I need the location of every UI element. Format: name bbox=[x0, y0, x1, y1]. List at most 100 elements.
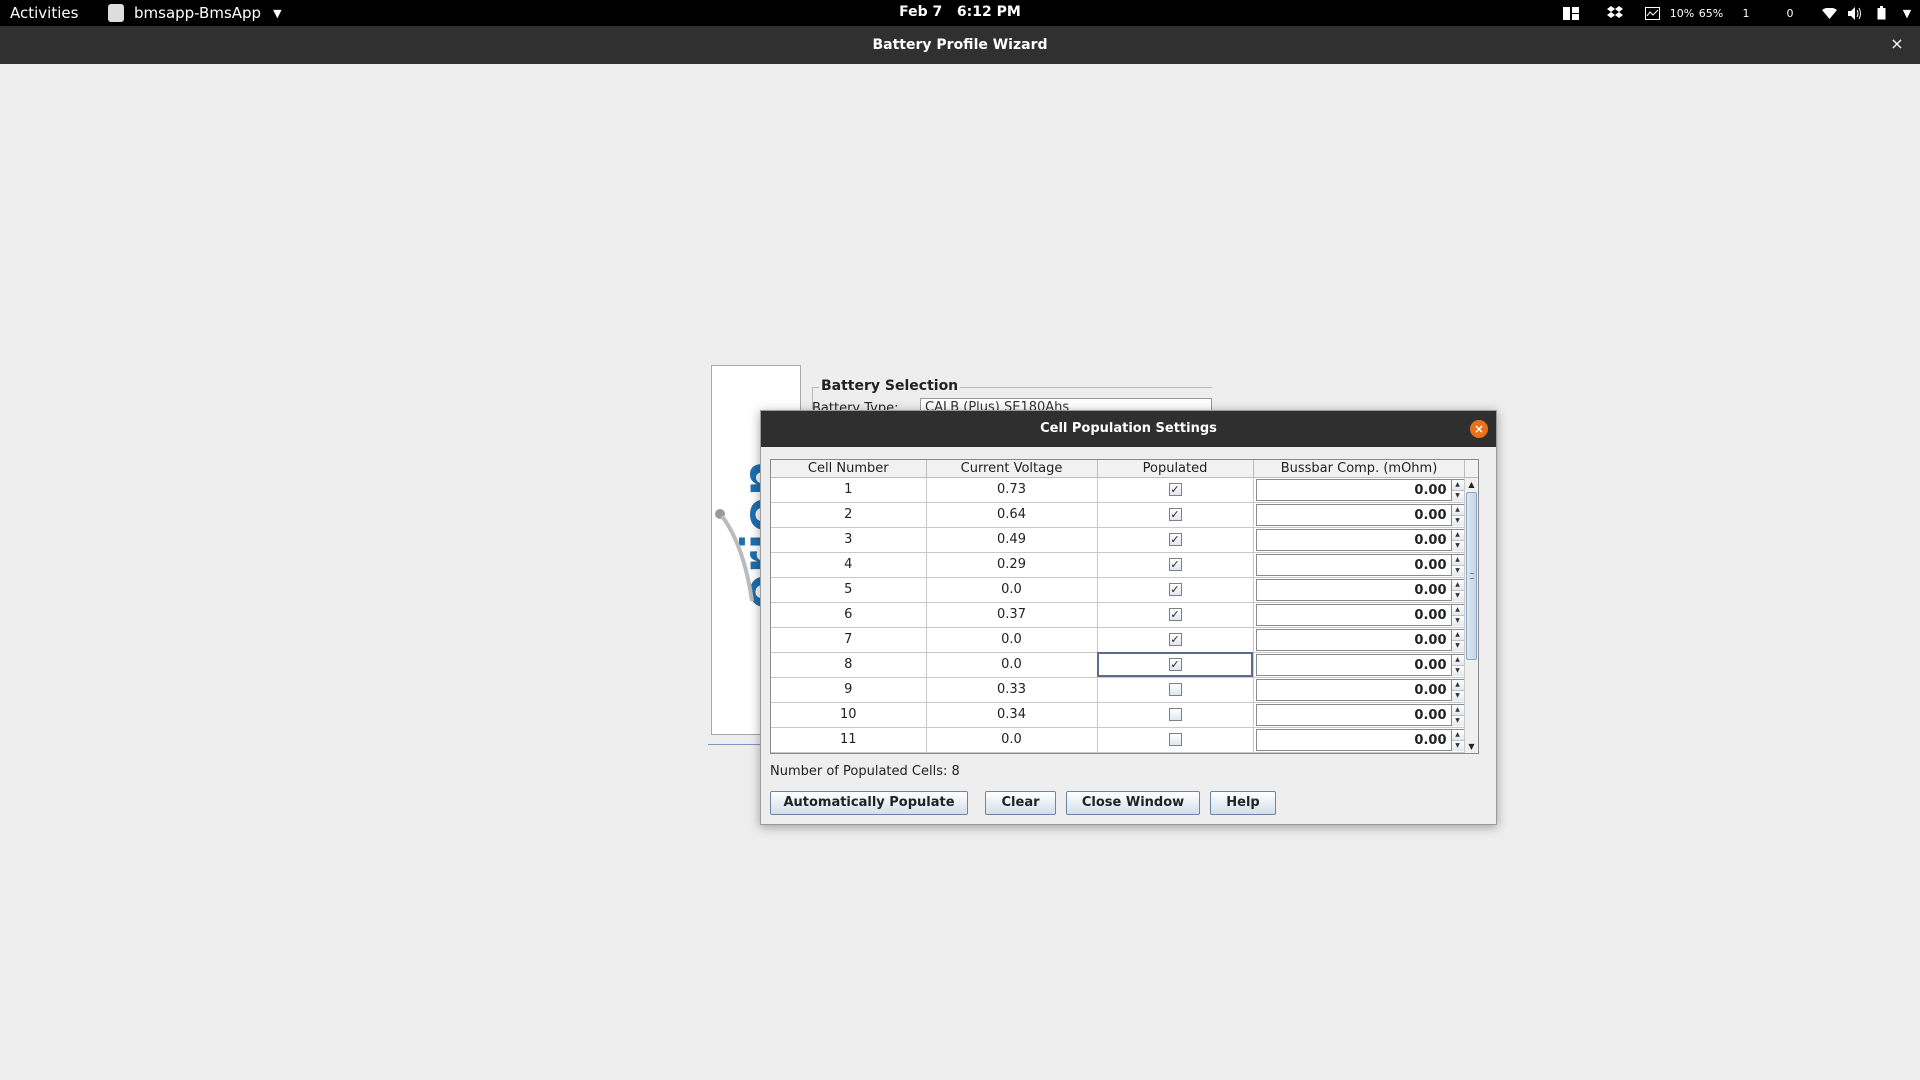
table-row[interactable]: 7 0.0 ✓ 0.00 ▲ ▼ bbox=[771, 627, 1466, 653]
table-row[interactable]: 10 0.34 0.00 ▲ ▼ bbox=[771, 702, 1466, 728]
bussbar-comp-input[interactable]: 0.00 bbox=[1255, 653, 1451, 676]
spinner-down-icon[interactable]: ▼ bbox=[1451, 590, 1464, 601]
window-close-button[interactable]: × bbox=[1888, 35, 1906, 53]
populated-checkbox[interactable]: ✓ bbox=[1168, 583, 1182, 596]
table-row[interactable]: 5 0.0 ✓ 0.00 ▲ ▼ bbox=[771, 577, 1466, 603]
populated-checkbox[interactable]: ✓ bbox=[1168, 508, 1182, 521]
bussbar-comp-input[interactable]: 0.00 bbox=[1255, 728, 1451, 751]
clear-button[interactable]: Clear bbox=[985, 791, 1056, 815]
spinner-down-icon[interactable]: ▼ bbox=[1451, 540, 1464, 551]
bussbar-comp-input[interactable]: 0.00 bbox=[1255, 528, 1451, 551]
table-row[interactable]: 11 0.0 0.00 ▲ ▼ bbox=[771, 727, 1466, 753]
battery-icon[interactable] bbox=[1868, 0, 1894, 26]
spinner-down-icon[interactable]: ▼ bbox=[1451, 740, 1464, 751]
spinner-down-icon[interactable]: ▼ bbox=[1451, 490, 1464, 501]
bussbar-comp-input[interactable]: 0.00 bbox=[1255, 553, 1451, 576]
bussbar-comp-spinner[interactable]: 0.00 ▲ ▼ bbox=[1254, 528, 1465, 552]
table-row[interactable]: 6 0.37 ✓ 0.00 ▲ ▼ bbox=[771, 602, 1466, 628]
populated-checkbox[interactable]: ✓ bbox=[1168, 608, 1182, 621]
bussbar-comp-spinner[interactable]: 0.00 ▲ ▼ bbox=[1254, 678, 1465, 702]
dropbox-icon[interactable] bbox=[1596, 0, 1634, 26]
spinner-up-icon[interactable]: ▲ bbox=[1451, 654, 1464, 666]
populated-checkbox[interactable]: ✓ bbox=[1168, 658, 1182, 671]
spinner-down-icon[interactable]: ▼ bbox=[1451, 565, 1464, 576]
scroll-up-arrow-icon[interactable]: ▲ bbox=[1465, 478, 1478, 491]
app-menu[interactable]: bmsapp-BmsApp ▼ bbox=[108, 4, 282, 22]
clock-label[interactable]: Feb 7 6:12 PM bbox=[899, 4, 1021, 20]
table-row[interactable]: 4 0.29 ✓ 0.00 ▲ ▼ bbox=[771, 552, 1466, 578]
wifi-icon[interactable] bbox=[1816, 0, 1842, 26]
bussbar-comp-cell: 0.00 ▲ ▼ bbox=[1253, 602, 1466, 628]
spinner-up-icon[interactable]: ▲ bbox=[1451, 529, 1464, 541]
spinner-up-icon[interactable]: ▲ bbox=[1451, 579, 1464, 591]
bussbar-comp-spinner[interactable]: 0.00 ▲ ▼ bbox=[1254, 578, 1465, 602]
column-header-current-voltage[interactable]: Current Voltage bbox=[926, 460, 1098, 478]
populated-checkbox[interactable] bbox=[1168, 683, 1182, 696]
bussbar-comp-input[interactable]: 0.00 bbox=[1255, 678, 1451, 701]
bussbar-comp-input[interactable]: 0.00 bbox=[1255, 578, 1451, 601]
close-window-button[interactable]: Close Window bbox=[1066, 791, 1200, 815]
populated-checkbox[interactable]: ✓ bbox=[1168, 483, 1182, 496]
help-button[interactable]: Help bbox=[1210, 791, 1276, 815]
spinner-up-icon[interactable]: ▲ bbox=[1451, 729, 1464, 741]
bussbar-comp-input[interactable]: 0.00 bbox=[1255, 703, 1451, 726]
spinner-up-icon[interactable]: ▲ bbox=[1451, 704, 1464, 716]
populated-checkbox[interactable]: ✓ bbox=[1168, 533, 1182, 546]
populated-checkbox[interactable]: ✓ bbox=[1168, 558, 1182, 571]
spinner-down-icon[interactable]: ▼ bbox=[1451, 615, 1464, 626]
volume-icon[interactable] bbox=[1842, 0, 1868, 26]
dialog-title-bar: Cell Population Settings × bbox=[761, 411, 1496, 447]
automatically-populate-button[interactable]: Automatically Populate bbox=[770, 791, 968, 815]
spinner-down-icon[interactable]: ▼ bbox=[1451, 665, 1464, 676]
column-header-bussbar-comp[interactable]: Bussbar Comp. (mOhm) bbox=[1253, 460, 1466, 478]
table-scrollbar[interactable]: ▲ ▼ bbox=[1464, 478, 1478, 753]
spinner-down-icon[interactable]: ▼ bbox=[1451, 715, 1464, 726]
populated-checkbox[interactable] bbox=[1168, 708, 1182, 721]
battery-type-select[interactable]: CALB (Plus) SE180Ahs bbox=[920, 398, 1212, 410]
spinner-up-icon[interactable]: ▲ bbox=[1451, 504, 1464, 516]
populated-cell: ✓ bbox=[1097, 627, 1254, 653]
current-voltage: 0.0 bbox=[926, 727, 1098, 753]
spinner-up-icon[interactable]: ▲ bbox=[1451, 554, 1464, 566]
table-row[interactable]: 9 0.33 0.00 ▲ ▼ bbox=[771, 677, 1466, 703]
current-voltage: 0.34 bbox=[926, 702, 1098, 728]
spinner-up-icon[interactable]: ▲ bbox=[1451, 479, 1464, 491]
table-row[interactable]: 3 0.49 ✓ 0.00 ▲ ▼ bbox=[771, 527, 1466, 553]
spinner-down-icon[interactable]: ▼ bbox=[1451, 690, 1464, 701]
table-row[interactable]: 1 0.73 ✓ 0.00 ▲ ▼ bbox=[771, 477, 1466, 503]
bussbar-comp-spinner[interactable]: 0.00 ▲ ▼ bbox=[1254, 703, 1465, 727]
bussbar-comp-cell: 0.00 ▲ ▼ bbox=[1253, 652, 1466, 678]
spinner-up-icon[interactable]: ▲ bbox=[1451, 604, 1464, 616]
system-monitor-icon[interactable] bbox=[1634, 0, 1670, 26]
dialog-close-button[interactable]: × bbox=[1470, 420, 1488, 438]
bussbar-comp-input[interactable]: 0.00 bbox=[1255, 478, 1451, 501]
bussbar-comp-spinner[interactable]: 0.00 ▲ ▼ bbox=[1254, 503, 1465, 527]
spinner-down-icon[interactable]: ▼ bbox=[1451, 640, 1464, 651]
scroll-down-arrow-icon[interactable]: ▼ bbox=[1465, 740, 1478, 753]
table-row[interactable]: 2 0.64 ✓ 0.00 ▲ ▼ bbox=[771, 502, 1466, 528]
spinner-down-icon[interactable]: ▼ bbox=[1451, 515, 1464, 526]
chevron-down-icon[interactable]: ▼ bbox=[1894, 0, 1920, 26]
bussbar-comp-spinner[interactable]: 0.00 ▲ ▼ bbox=[1254, 553, 1465, 577]
workspace-icon[interactable] bbox=[1546, 0, 1596, 26]
cell-number: 5 bbox=[771, 577, 927, 603]
spinner-up-icon[interactable]: ▲ bbox=[1451, 629, 1464, 641]
bussbar-comp-spinner[interactable]: 0.00 ▲ ▼ bbox=[1254, 478, 1465, 502]
bussbar-comp-spinner[interactable]: 0.00 ▲ ▼ bbox=[1254, 628, 1465, 652]
bussbar-comp-cell: 0.00 ▲ ▼ bbox=[1253, 577, 1466, 603]
scrollbar-thumb[interactable] bbox=[1466, 492, 1477, 660]
column-header-populated[interactable]: Populated bbox=[1097, 460, 1254, 478]
spinner-up-icon[interactable]: ▲ bbox=[1451, 679, 1464, 691]
activities-button[interactable]: Activities bbox=[10, 4, 78, 22]
bussbar-comp-spinner[interactable]: 0.00 ▲ ▼ bbox=[1254, 603, 1465, 627]
bussbar-comp-input[interactable]: 0.00 bbox=[1255, 628, 1451, 651]
bussbar-comp-input[interactable]: 0.00 bbox=[1255, 503, 1451, 526]
bussbar-comp-input[interactable]: 0.00 bbox=[1255, 603, 1451, 626]
populated-checkbox[interactable] bbox=[1168, 733, 1182, 746]
table-row[interactable]: 8 0.0 ✓ 0.00 ▲ ▼ bbox=[771, 652, 1466, 678]
populated-checkbox[interactable]: ✓ bbox=[1168, 633, 1182, 646]
column-header-cell-number[interactable]: Cell Number bbox=[771, 460, 927, 478]
spinner-arrows: ▲ ▼ bbox=[1450, 678, 1465, 701]
bussbar-comp-spinner[interactable]: 0.00 ▲ ▼ bbox=[1254, 728, 1465, 752]
bussbar-comp-spinner[interactable]: 0.00 ▲ ▼ bbox=[1254, 653, 1465, 677]
